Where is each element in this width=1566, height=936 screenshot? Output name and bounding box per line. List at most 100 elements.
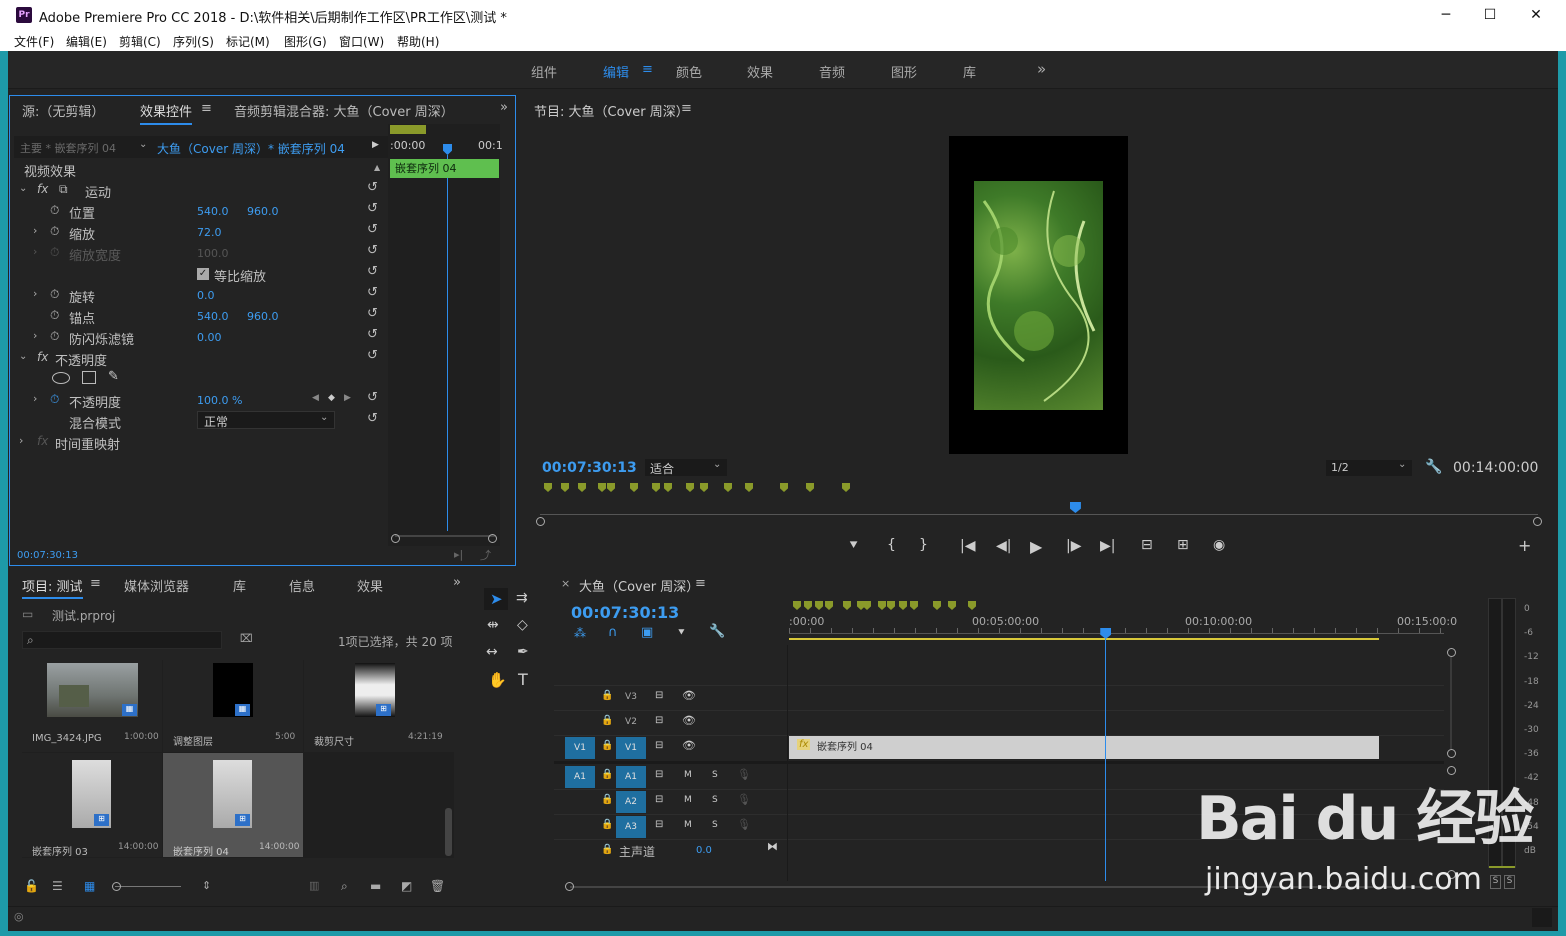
antiflicker-value[interactable]: 0.00 <box>197 331 222 344</box>
workspace-tab-assembly[interactable]: 组件 <box>531 62 557 81</box>
workspace-tab-graphics[interactable]: 图形 <box>891 62 917 81</box>
stopwatch-icon[interactable]: ⏱ <box>50 308 59 323</box>
track-a2-toggle[interactable]: A2 <box>616 791 646 813</box>
marker-icon[interactable] <box>968 601 976 610</box>
sequence-tab[interactable]: 大鱼（Cover 周深） <box>579 576 699 595</box>
scale-value[interactable]: 72.0 <box>197 226 222 239</box>
marker-icon[interactable] <box>878 601 886 610</box>
marker-icon[interactable] <box>686 483 694 492</box>
effect-clip-bar[interactable]: 嵌套序列 04 <box>390 159 499 178</box>
sort-icon[interactable]: ⇕ <box>202 879 211 892</box>
anchor-x-value[interactable]: 540.0 <box>197 310 229 323</box>
track-v3-toggle[interactable]: V3 <box>616 686 646 708</box>
solo-button[interactable]: S <box>712 820 718 830</box>
marker-icon[interactable] <box>664 483 672 492</box>
mute-button[interactable]: M <box>684 770 692 780</box>
workspace-tab-audio[interactable]: 音频 <box>819 62 845 81</box>
trash-icon[interactable]: 🗑 <box>430 879 445 893</box>
button-editor-plus-icon[interactable]: + <box>1518 536 1531 555</box>
solo-right-button[interactable]: S <box>1504 875 1515 889</box>
timeline-clip[interactable]: fx 嵌套序列 04 <box>789 736 1379 759</box>
sync-lock-icon[interactable]: ⊟ <box>655 715 663 726</box>
marker-icon[interactable] <box>793 601 801 610</box>
minimize-button[interactable]: ─ <box>1428 4 1464 26</box>
tab-effect-controls[interactable]: 效果控件 <box>140 101 193 125</box>
next-keyframe-icon[interactable]: ▶ <box>344 393 351 403</box>
thumbnail-size-slider[interactable] <box>115 886 181 887</box>
close-button[interactable]: ✕ <box>1518 4 1554 26</box>
fx-icon[interactable]: fx <box>37 350 48 364</box>
tab-menu-icon[interactable]: ≡ <box>201 101 212 116</box>
track-a3-toggle[interactable]: A3 <box>616 816 646 838</box>
linked-selection-icon[interactable]: ▣ <box>641 625 653 640</box>
vertical-zoom-handle[interactable] <box>1447 648 1456 657</box>
automate-icon[interactable]: ▥ <box>309 879 319 892</box>
position-x-value[interactable]: 540.0 <box>197 205 229 218</box>
track-lock-icon[interactable]: 🔒 <box>601 819 613 830</box>
hand-tool-icon[interactable]: ✋ <box>488 671 507 689</box>
sync-lock-icon[interactable]: ⊟ <box>655 819 663 830</box>
marker-icon[interactable] <box>887 601 895 610</box>
marker-icon[interactable] <box>815 601 823 610</box>
anchor-y-value[interactable]: 960.0 <box>247 310 279 323</box>
razor-tool-icon[interactable]: ◇ <box>517 617 528 633</box>
sync-lock-icon[interactable]: ⊟ <box>655 740 663 751</box>
marker-icon[interactable] <box>806 483 814 492</box>
vertical-zoom-handle[interactable] <box>1447 749 1456 758</box>
sequence-menu-icon[interactable]: ≡ <box>695 576 706 591</box>
export-frame-camera-icon[interactable]: ◉ <box>1213 537 1225 553</box>
project-search-input[interactable]: ⌕ <box>22 631 222 649</box>
master-volume-value[interactable]: 0.0 <box>696 845 712 856</box>
marker-icon[interactable] <box>804 601 812 610</box>
close-sequence-icon[interactable]: × <box>561 577 570 590</box>
solo-button[interactable]: S <box>712 770 718 780</box>
stopwatch-icon[interactable]: ⏱ <box>50 224 59 239</box>
menu-sequence[interactable]: 序列(S) <box>173 33 214 50</box>
menu-clip[interactable]: 剪辑(C) <box>119 33 161 50</box>
voiceover-mic-icon[interactable]: 🎙 <box>737 768 751 781</box>
solo-left-button[interactable]: S <box>1490 875 1501 889</box>
media-item[interactable]: ▦ IMG_3424.JPG 1:00:00 <box>22 660 162 752</box>
eye-icon[interactable]: 👁 <box>682 739 696 752</box>
panel-overflow-icon[interactable]: » <box>500 100 508 115</box>
media-item[interactable]: ▦ 调整图层 5:00 <box>163 660 303 752</box>
find-bin-icon[interactable]: ⌧ <box>240 632 253 645</box>
play-triangle-icon[interactable]: ▶ <box>372 140 379 150</box>
track-v1-toggle[interactable]: V1 <box>616 737 646 759</box>
marker-icon[interactable] <box>825 601 833 610</box>
marker-icon[interactable] <box>561 483 569 492</box>
workspace-tab-editing[interactable]: 编辑 <box>603 62 629 81</box>
filter-icon[interactable]: ▸| <box>454 548 463 561</box>
marker-icon[interactable] <box>700 483 708 492</box>
timeline-timecode[interactable]: 00:07:30:13 <box>571 603 679 622</box>
nest-toggle-icon[interactable]: ⁂ <box>574 626 586 640</box>
ripple-edit-tool-icon[interactable]: ⇹ <box>487 617 499 633</box>
video-track-scrollbar[interactable] <box>1450 657 1452 749</box>
prev-keyframe-icon[interactable]: ◀ <box>312 393 319 403</box>
reset-motion-icon[interactable]: ↺ <box>367 180 378 195</box>
solo-button[interactable]: S <box>712 795 718 805</box>
marker-icon[interactable] <box>863 601 871 610</box>
motion-transform-icon[interactable]: ⧉ <box>59 182 68 197</box>
track-lock-icon[interactable]: 🔒 <box>601 740 613 751</box>
marker-icon[interactable] <box>933 601 941 610</box>
scrub-start-handle[interactable] <box>536 517 545 526</box>
icon-view-icon[interactable]: ▦ <box>84 879 95 893</box>
pen-mask-icon[interactable]: ✎ <box>108 369 119 384</box>
rectangle-mask-icon[interactable] <box>82 371 96 384</box>
video-frame[interactable] <box>949 136 1128 454</box>
list-view-icon[interactable]: ☰ <box>52 879 63 893</box>
zoom-fit-select[interactable]: 适合 ⌄ <box>645 459 727 476</box>
marker-icon[interactable] <box>899 601 907 610</box>
extract-icon[interactable]: ⊞ <box>1177 537 1189 553</box>
blend-mode-select[interactable]: 正常 ⌄ <box>197 411 335 429</box>
marker-icon[interactable] <box>544 483 552 492</box>
maximize-button[interactable]: ☐ <box>1472 4 1508 26</box>
lock-icon[interactable]: 🔓 <box>24 879 39 893</box>
resolution-select[interactable]: 1/2 ⌄ <box>1326 459 1412 476</box>
find-icon[interactable]: ⌕ <box>341 879 348 894</box>
timeline-ruler[interactable] <box>789 628 1444 634</box>
reset-position-icon[interactable]: ↺ <box>367 201 378 216</box>
project-menu-icon[interactable]: ≡ <box>90 576 101 591</box>
selection-tool-icon[interactable]: ➤ <box>490 590 503 608</box>
